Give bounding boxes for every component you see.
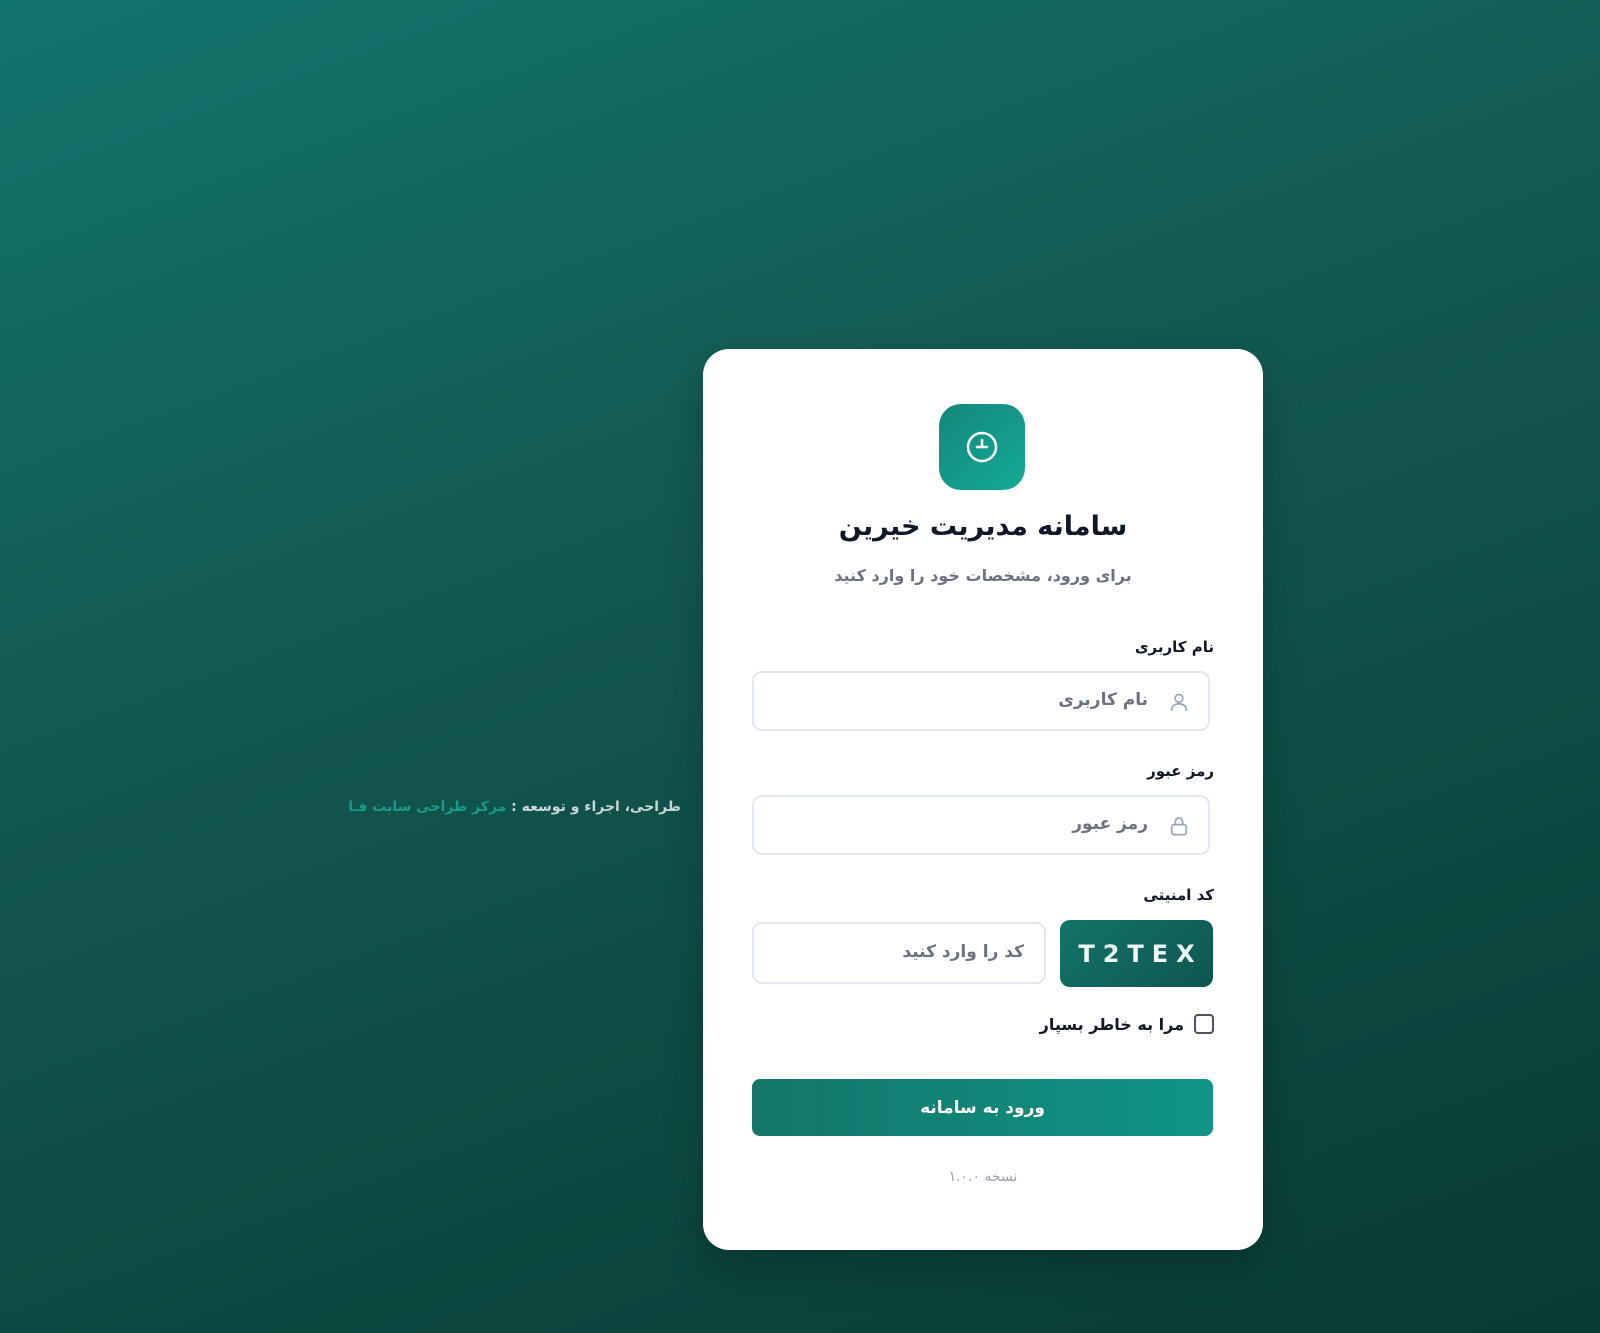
credit-text: طراحی، اجراء و توسعه : مرکز طراحی سایت ف… bbox=[348, 799, 681, 815]
page-title: سامانه مدیریت خیرین bbox=[838, 511, 1128, 542]
username-field[interactable]: نام کاربری bbox=[752, 671, 1210, 731]
captcha-label: کد امنیتی bbox=[1143, 886, 1214, 904]
captcha-field[interactable]: کد را وارد کنید bbox=[752, 922, 1046, 984]
password-field[interactable]: رمز عبور bbox=[752, 795, 1210, 855]
login-button[interactable]: ورود به سامانه bbox=[752, 1079, 1213, 1136]
remember-checkbox[interactable] bbox=[1194, 1014, 1214, 1034]
captcha-code: T2TEX bbox=[1078, 939, 1203, 968]
credit-prefix: طراحی، اجراء و توسعه : bbox=[506, 799, 681, 815]
captcha-image: T2TEX bbox=[1060, 920, 1213, 987]
credit-link[interactable]: مرکز طراحی سایت فـا bbox=[348, 799, 506, 815]
clock-icon bbox=[966, 431, 998, 463]
page-subtitle: برای ورود، مشخصات خود را وارد کنید bbox=[834, 566, 1132, 585]
user-icon bbox=[1170, 693, 1188, 712]
captcha-placeholder: کد را وارد کنید bbox=[902, 942, 1024, 962]
lock-icon bbox=[1170, 817, 1188, 836]
remember-me[interactable]: مرا به خاطر بسپار bbox=[1040, 1014, 1214, 1034]
version-text: نسخه ۱.۰.۰ bbox=[948, 1169, 1018, 1185]
password-label: رمز عبور bbox=[1147, 762, 1214, 780]
remember-label: مرا به خاطر بسپار bbox=[1039, 1014, 1184, 1034]
username-placeholder: نام کاربری bbox=[1058, 690, 1148, 710]
login-card: سامانه مدیریت خیرین برای ورود، مشخصات خو… bbox=[703, 349, 1263, 1250]
password-placeholder: رمز عبور bbox=[1072, 814, 1148, 834]
username-label: نام کاربری bbox=[1134, 638, 1214, 656]
app-logo bbox=[939, 404, 1025, 490]
